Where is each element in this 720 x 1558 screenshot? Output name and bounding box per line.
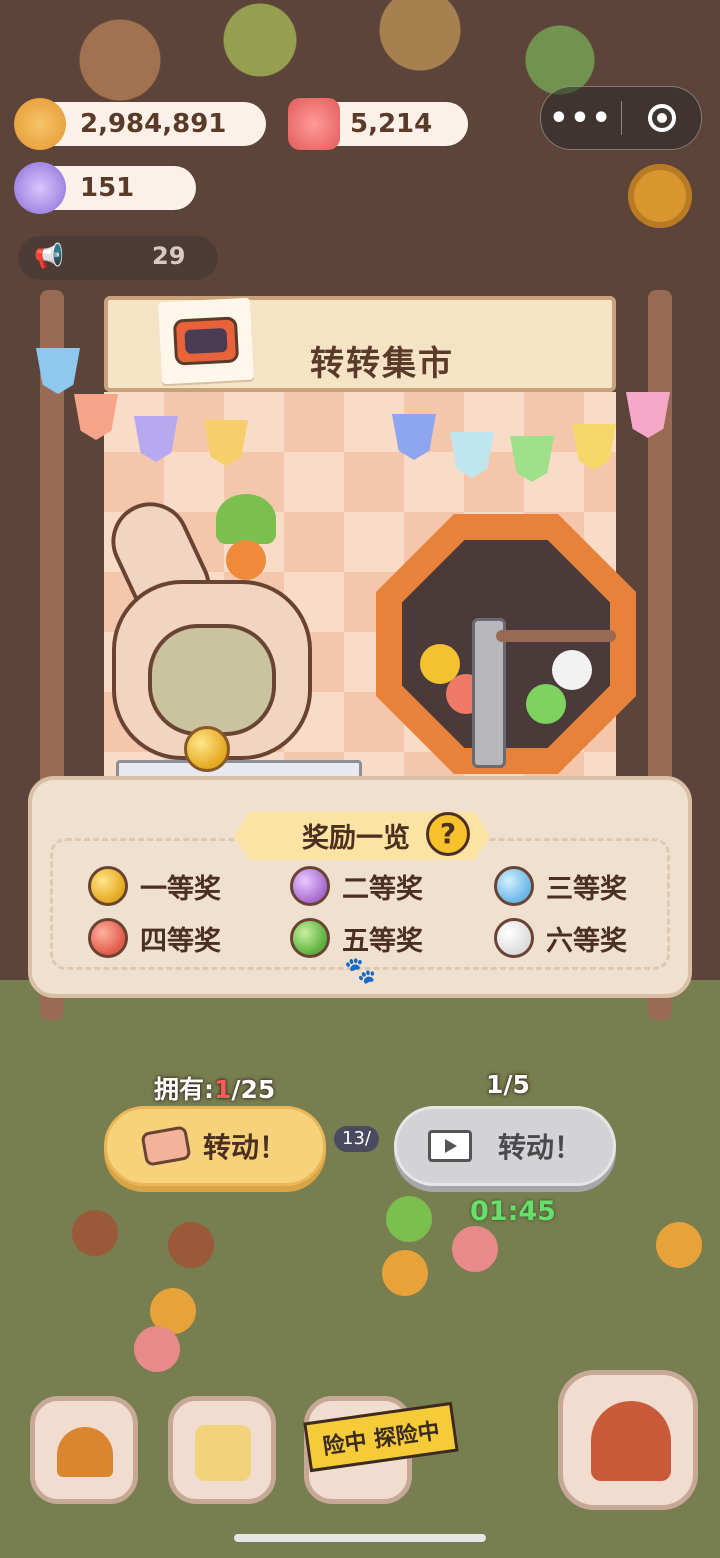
- blue-ball-icon: [494, 866, 534, 906]
- settings-gear-icon[interactable]: [628, 164, 692, 228]
- prize-label: 一等奖: [140, 873, 221, 905]
- reward-title: 奖励一览: [302, 823, 410, 854]
- nav-market-button[interactable]: [558, 1370, 698, 1510]
- prize-label: 二等奖: [342, 873, 423, 905]
- megaphone-icon: 📢: [34, 242, 64, 270]
- spin-button-label: 转动！: [497, 1131, 582, 1164]
- diary-icon: [195, 1425, 251, 1481]
- purple-ball-icon: [290, 866, 330, 906]
- prize-label: 五等奖: [342, 925, 423, 957]
- video-icon: [427, 1130, 472, 1162]
- spin-with-ticket-button[interactable]: 转动！: [104, 1106, 326, 1186]
- stall-title: 转转集市: [310, 344, 454, 384]
- ticket-icon: [140, 1125, 192, 1167]
- green-ball-icon: [290, 918, 330, 958]
- candy-amount: 151: [80, 173, 135, 203]
- cookie-amount: 2,984,891: [80, 109, 227, 139]
- tv-icon: [172, 316, 240, 366]
- yellow-ball-icon: [88, 866, 128, 906]
- cookie-character: [72, 1210, 118, 1256]
- paw-icon: 🐾: [344, 956, 377, 986]
- candle-currency[interactable]: 5,214: [288, 98, 468, 150]
- prize-label: 六等奖: [546, 925, 627, 957]
- spin-button-label: 转动！: [202, 1131, 287, 1164]
- target-icon: [647, 104, 676, 132]
- notice-count: 29: [152, 242, 186, 270]
- owned-tickets: 拥有:1/25: [154, 1075, 276, 1104]
- mini-program-capsule: •••: [540, 86, 702, 150]
- home-indicator: [234, 1534, 486, 1542]
- prize-label: 三等奖: [546, 873, 627, 905]
- ad-spin-count: 1/5: [486, 1070, 530, 1099]
- more-menu-button[interactable]: •••: [541, 101, 621, 136]
- red-ball-icon: [88, 918, 128, 958]
- help-button[interactable]: ?: [426, 812, 470, 856]
- won-prize-ball: [184, 726, 230, 772]
- spin-with-video-button[interactable]: 转动！: [394, 1106, 616, 1186]
- prize-sixth: 六等奖: [494, 918, 627, 958]
- cookie-character: [386, 1196, 432, 1242]
- white-ball-icon: [494, 918, 534, 958]
- cooldown-timer: 01:45: [470, 1196, 556, 1227]
- prize-fourth: 四等奖: [88, 918, 221, 958]
- nav-diary-button[interactable]: [168, 1396, 276, 1504]
- prize-fifth: 五等奖: [290, 918, 423, 958]
- carousel-market-icon: [591, 1401, 671, 1481]
- prize-first: 一等奖: [88, 866, 221, 906]
- cookie-character: [452, 1226, 498, 1272]
- progress-badge: 13/: [334, 1126, 379, 1152]
- cookie-character: [656, 1222, 702, 1268]
- prize-label: 四等奖: [140, 925, 221, 957]
- cookie-character: [382, 1250, 428, 1296]
- cookie-character: [168, 1222, 214, 1268]
- tv-icon-card: [157, 297, 255, 385]
- lottery-drum-machine[interactable]: [376, 514, 636, 774]
- mushroom-house-icon: [57, 1427, 113, 1477]
- cookie-icon: [14, 98, 66, 150]
- candle-amount: 5,214: [350, 109, 433, 139]
- candle-icon: [288, 98, 340, 150]
- candy-currency[interactable]: 151: [14, 162, 196, 214]
- close-program-button[interactable]: [622, 104, 701, 132]
- prize-third: 三等奖: [494, 866, 627, 906]
- prize-second: 二等奖: [290, 866, 423, 906]
- cookie-currency[interactable]: 2,984,891: [14, 98, 266, 150]
- candy-icon: [14, 162, 66, 214]
- notice-bar[interactable]: 📢 29: [18, 236, 218, 280]
- nav-house-button[interactable]: [30, 1396, 138, 1504]
- cookie-character: [134, 1326, 180, 1372]
